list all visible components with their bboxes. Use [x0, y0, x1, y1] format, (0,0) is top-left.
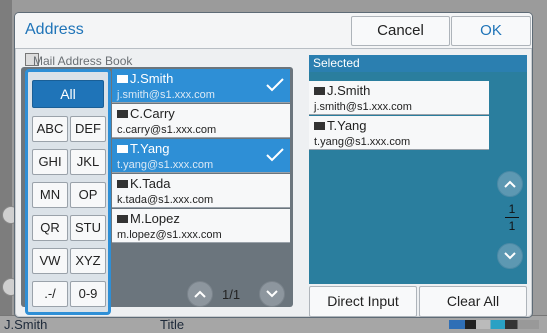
contact-name: K.Tada [117, 177, 285, 191]
contact-email: j.smith@s1.xxx.com [117, 89, 215, 101]
screen: J.Smith Title Address Cancel OK Mail Add… [0, 0, 547, 333]
contact-name: M.Lopez [117, 212, 285, 226]
cancel-button[interactable]: Cancel [351, 16, 450, 46]
contact-name: J.Smith [117, 72, 285, 86]
dialog-title: Address [25, 21, 84, 38]
index-qr-button[interactable]: QR [32, 215, 68, 241]
selected-page-indicator: 1 1 [505, 202, 519, 233]
contact-email: m.lopez@s1.xxx.com [117, 229, 222, 241]
index-vw-button[interactable]: VW [32, 248, 68, 274]
chevron-up-icon [504, 180, 516, 188]
selected-scroll-down-button[interactable] [497, 243, 523, 269]
contact-item-m-lopez[interactable]: M.Lopez m.lopez@s1.xxx.com [112, 209, 290, 243]
selected-scroll-up-button[interactable] [497, 171, 523, 197]
index-digits-button[interactable]: 0-9 [70, 281, 106, 307]
page-down-button[interactable] [259, 281, 285, 307]
contact-item-j-smith[interactable]: J.Smith j.smith@s1.xxx.com [112, 69, 290, 103]
clear-all-button[interactable]: Clear All [419, 286, 527, 317]
background-title: Title [160, 317, 185, 332]
page-up-button[interactable] [187, 281, 213, 307]
selected-name: T.Yang [314, 119, 484, 133]
check-icon [266, 78, 284, 92]
index-stu-button[interactable]: STU [70, 215, 106, 241]
contact-email: c.carry@s1.xxx.com [117, 124, 217, 136]
selected-item-j-smith[interactable]: J.Smith j.smith@s1.xxx.com [309, 81, 489, 115]
index-all-button[interactable]: All [32, 80, 104, 108]
mail-icon [314, 122, 325, 130]
mail-icon [117, 75, 128, 83]
page-indicator: 1/1 [222, 287, 241, 302]
index-def-button[interactable]: DEF [70, 116, 106, 142]
chevron-down-icon [504, 252, 516, 260]
index-mn-button[interactable]: MN [32, 182, 68, 208]
index-panel: All ABC DEF GHI JKL MN OP QR STU VW XYZ … [25, 69, 111, 315]
contact-item-t-yang[interactable]: T.Yang t.yang@s1.xxx.com [112, 139, 290, 173]
index-abc-button[interactable]: ABC [32, 116, 68, 142]
mail-icon [117, 145, 128, 153]
selected-name: J.Smith [314, 84, 484, 98]
contact-item-c-carry[interactable]: C.Carry c.carry@s1.xxx.com [112, 104, 290, 138]
contact-name: C.Carry [117, 107, 285, 121]
ok-button[interactable]: OK [451, 16, 531, 46]
check-icon [266, 148, 284, 162]
chevron-down-icon [266, 290, 278, 298]
mail-icon [117, 110, 128, 118]
selected-page-current: 1 [508, 202, 516, 216]
mail-icon [314, 87, 325, 95]
selected-email: t.yang@s1.xxx.com [314, 136, 411, 148]
contact-item-k-tada[interactable]: K.Tada k.tada@s1.xxx.com [112, 174, 290, 208]
selected-item-t-yang[interactable]: T.Yang t.yang@s1.xxx.com [309, 116, 489, 150]
index-op-button[interactable]: OP [70, 182, 106, 208]
direct-input-button[interactable]: Direct Input [309, 286, 417, 317]
mail-icon [117, 215, 128, 223]
index-xyz-button[interactable]: XYZ [70, 248, 106, 274]
background-user-name: J.Smith [4, 317, 48, 332]
chevron-up-icon [194, 290, 206, 298]
index-ghi-button[interactable]: GHI [32, 149, 68, 175]
selected-header: Selected [309, 55, 527, 72]
selected-email: j.smith@s1.xxx.com [314, 101, 412, 113]
contact-email: t.yang@s1.xxx.com [117, 159, 214, 171]
address-dialog: Address Cancel OK Mail Address Book J.Sm… [14, 12, 533, 318]
mail-icon [117, 180, 128, 188]
index-jkl-button[interactable]: JKL [70, 149, 106, 175]
index-symbols-button[interactable]: .-/ [32, 281, 68, 307]
dialog-header: Address Cancel OK [15, 13, 532, 49]
ink-level-indicator [449, 320, 539, 329]
contact-name: T.Yang [117, 142, 285, 156]
contact-email: k.tada@s1.xxx.com [117, 194, 214, 206]
selected-page-total: 1 [508, 219, 516, 233]
address-book-label: Mail Address Book [33, 54, 133, 68]
fraction-bar [505, 217, 519, 218]
